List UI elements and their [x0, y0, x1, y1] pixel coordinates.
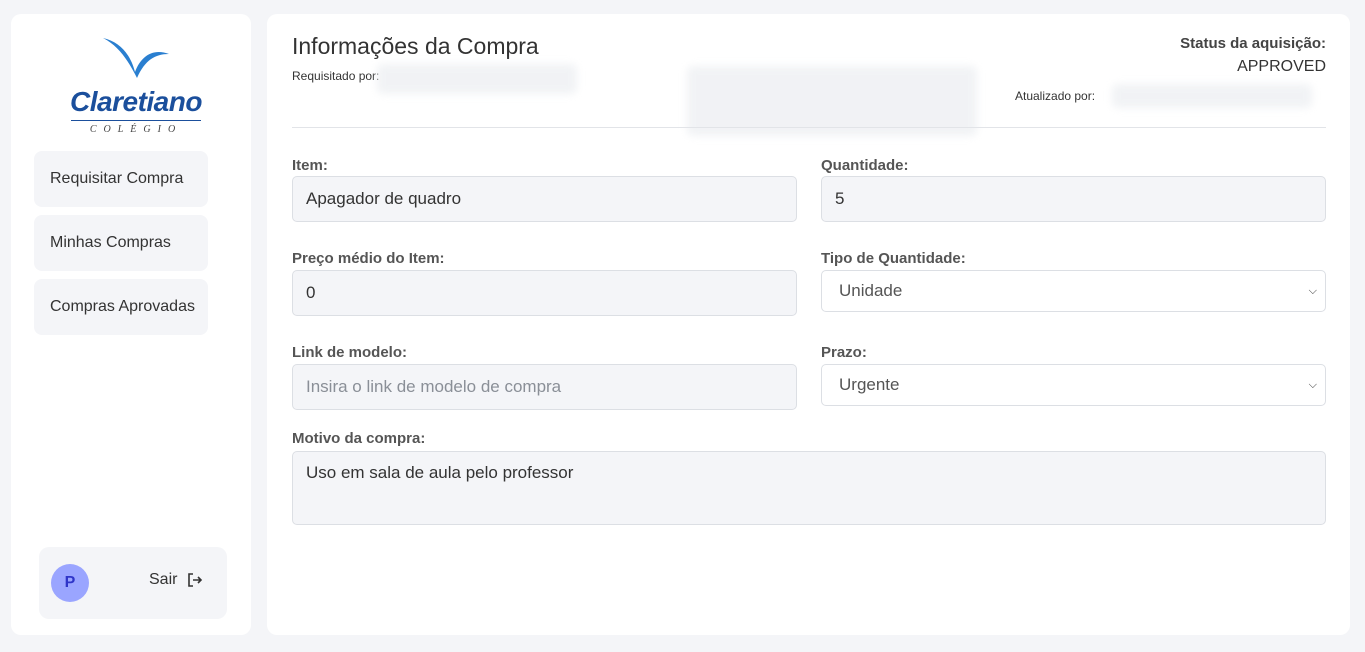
logo-divider	[71, 120, 201, 121]
avg-price-label: Preço médio do Item:	[292, 250, 445, 267]
page-title: Informações da Compra	[292, 33, 539, 59]
avatar[interactable]: P	[51, 564, 89, 602]
quantity-label: Quantidade:	[821, 157, 909, 174]
quantity-type-value: Unidade	[839, 281, 903, 300]
chevron-down-icon: ⌵	[1308, 379, 1317, 391]
item-label: Item:	[292, 157, 328, 174]
updated-by-label: Atualizado por:	[1015, 89, 1096, 103]
sidebar-item-minhas-compras[interactable]: Minhas Compras	[34, 215, 208, 271]
logo-wordmark: Claretiano	[70, 86, 202, 117]
sidebar-item-compras-aprovadas[interactable]: Compras Aprovadas	[34, 279, 208, 335]
sidebar: Claretiano COLÉGIO Requisitar Compra Min…	[11, 14, 251, 635]
status-badge: APPROVED	[1237, 58, 1326, 75]
deadline-label: Prazo:	[821, 344, 867, 361]
status-label: Status da aquisição:	[1180, 35, 1326, 52]
model-link-label: Link de modelo:	[292, 344, 408, 361]
deadline-select[interactable]: Urgente ⌵	[821, 364, 1326, 406]
redacted-requester	[377, 64, 577, 94]
reason-textarea[interactable]: Uso em sala de aula pelo professor	[292, 451, 1326, 525]
deadline-value: Urgente	[839, 375, 900, 394]
requested-by-label: Requisitado por:	[292, 69, 380, 83]
sidebar-item-requisitar-compra[interactable]: Requisitar Compra	[34, 151, 208, 207]
logout-icon	[188, 573, 203, 587]
reason-label: Motivo da compra:	[292, 430, 426, 447]
bird-logo-icon	[103, 38, 169, 78]
redacted-details	[687, 66, 977, 136]
quantity-field[interactable]: 5	[821, 176, 1326, 222]
quantity-type-label: Tipo de Quantidade:	[821, 250, 966, 267]
user-box: P Sair	[39, 547, 227, 619]
model-link-field[interactable]: Insira o link de modelo de compra	[292, 364, 797, 410]
avg-price-field[interactable]: 0	[292, 270, 797, 316]
redacted-updater	[1112, 84, 1312, 108]
item-field[interactable]: Apagador de quadro	[292, 176, 797, 222]
logo-subtitle: COLÉGIO	[89, 124, 183, 135]
claretiano-logo: Claretiano COLÉGIO	[61, 34, 211, 144]
logout-label: Sair	[149, 571, 178, 588]
chevron-down-icon: ⌵	[1308, 285, 1317, 297]
header-divider	[292, 127, 1326, 128]
logout-button[interactable]: Sair	[149, 571, 203, 589]
quantity-type-select[interactable]: Unidade ⌵	[821, 270, 1326, 312]
purchase-info-panel: Informações da Compra Requisitado por: S…	[267, 14, 1350, 635]
